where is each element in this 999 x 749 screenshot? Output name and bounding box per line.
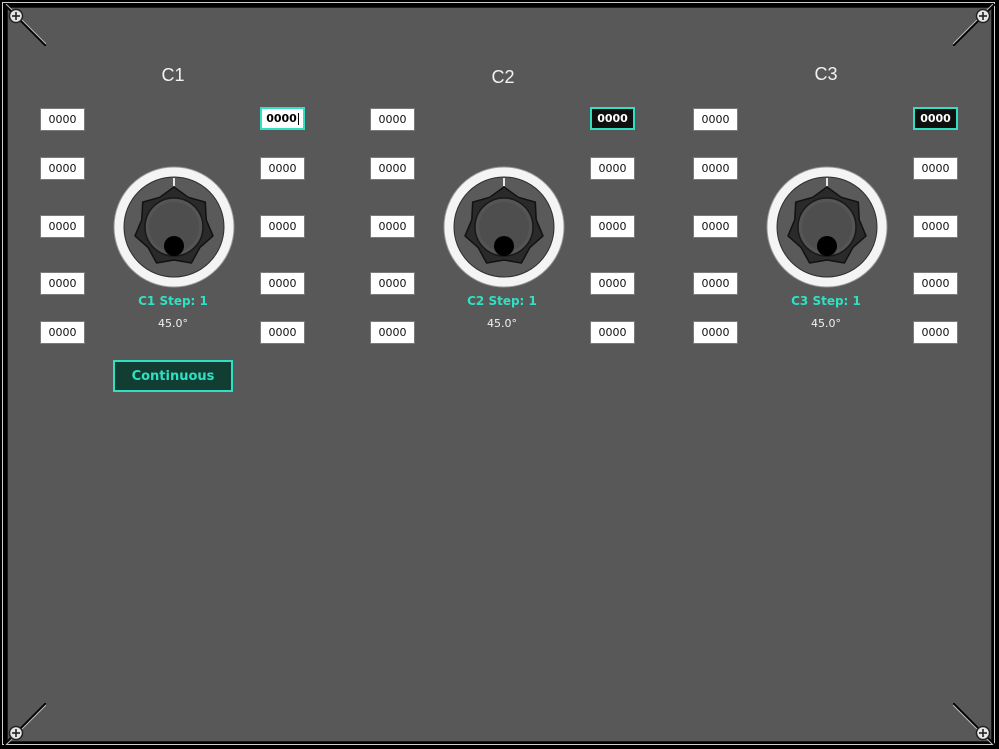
c2-left-field-3[interactable]: 0000	[370, 215, 415, 238]
c3-step-label: C3 Step: 1	[791, 294, 861, 308]
c2-right-field-1[interactable]: 0000	[590, 107, 635, 130]
c1-right-field-4[interactable]: 0000	[260, 272, 305, 295]
c3-right-field-2[interactable]: 0000	[913, 157, 958, 180]
channel-title: C1	[161, 65, 185, 85]
c1-angle-readout: 45.0°	[158, 317, 188, 330]
text-caret	[297, 112, 299, 125]
c1-right-field-2[interactable]: 0000	[260, 157, 305, 180]
knob-indicator-dot	[164, 236, 184, 256]
c3-angle-readout: 45.0°	[811, 317, 841, 330]
c3-left-field-4[interactable]: 0000	[693, 272, 738, 295]
corner-screw-icon	[4, 4, 46, 46]
corner-screw-icon	[953, 4, 995, 46]
knob-indicator-dot	[817, 236, 837, 256]
c1-right-field-1[interactable]: 0000	[260, 107, 305, 130]
c3-rotary-knob[interactable]	[766, 166, 888, 288]
c1-left-field-5[interactable]: 0000	[40, 321, 85, 344]
c2-right-field-5[interactable]: 0000	[590, 321, 635, 344]
continuous-mode-button[interactable]: Continuous	[113, 360, 233, 392]
c1-left-field-3[interactable]: 0000	[40, 215, 85, 238]
c2-angle-readout: 45.0°	[487, 317, 517, 330]
c3-left-field-3[interactable]: 0000	[693, 215, 738, 238]
c3-right-field-3[interactable]: 0000	[913, 215, 958, 238]
corner-screw-icon	[953, 703, 995, 745]
c3-left-field-5[interactable]: 0000	[693, 321, 738, 344]
channel-title: C2	[491, 67, 515, 87]
channel-title: C3	[814, 64, 838, 84]
knob-indicator-dot	[494, 236, 514, 256]
c2-left-field-5[interactable]: 0000	[370, 321, 415, 344]
c2-right-field-4[interactable]: 0000	[590, 272, 635, 295]
c1-right-field-3[interactable]: 0000	[260, 215, 305, 238]
c1-left-field-2[interactable]: 0000	[40, 157, 85, 180]
c1-rotary-knob[interactable]	[113, 166, 235, 288]
c2-left-field-4[interactable]: 0000	[370, 272, 415, 295]
c3-right-field-1[interactable]: 0000	[913, 107, 958, 130]
c1-right-field-1-value: 0000	[266, 112, 297, 125]
c2-step-label: C2 Step: 1	[467, 294, 537, 308]
c3-left-field-2[interactable]: 0000	[693, 157, 738, 180]
c3-left-field-1[interactable]: 0000	[693, 108, 738, 131]
c2-rotary-knob[interactable]	[443, 166, 565, 288]
c2-left-field-1[interactable]: 0000	[370, 108, 415, 131]
c3-right-field-5[interactable]: 0000	[913, 321, 958, 344]
c2-right-field-3[interactable]: 0000	[590, 215, 635, 238]
c2-right-field-2[interactable]: 0000	[590, 157, 635, 180]
c3-right-field-4[interactable]: 0000	[913, 272, 958, 295]
c1-right-field-5[interactable]: 0000	[260, 321, 305, 344]
c2-left-field-2[interactable]: 0000	[370, 157, 415, 180]
c1-left-field-1[interactable]: 0000	[40, 108, 85, 131]
corner-screw-icon	[4, 703, 46, 745]
c1-left-field-4[interactable]: 0000	[40, 272, 85, 295]
c1-step-label: C1 Step: 1	[138, 294, 208, 308]
